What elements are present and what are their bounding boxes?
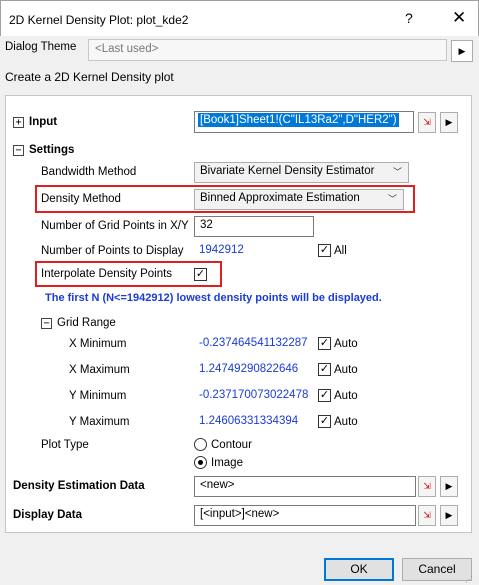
y-min-auto-label: Auto — [334, 390, 358, 402]
dialog-theme-combo[interactable]: <Last used> — [88, 39, 447, 61]
density-data-menu-button[interactable]: ▶ — [440, 476, 458, 497]
display-data-menu-button[interactable]: ▶ — [440, 505, 458, 526]
triangle-right-icon: ▶ — [445, 510, 453, 520]
grid-range-label: Grid Range — [57, 317, 116, 329]
input-range-field[interactable]: [Book1]Sheet1!(C"IL13Ra2",D"HER2") — [194, 111, 414, 133]
help-button[interactable]: ? — [405, 10, 413, 26]
all-checkbox[interactable]: ✓ — [318, 244, 331, 257]
grid-range-collapse-icon[interactable]: − — [41, 318, 52, 329]
x-max-label: X Maximum — [69, 364, 130, 376]
display-data-input[interactable]: [<input>]<new> — [194, 505, 416, 526]
x-min-label: X Minimum — [69, 338, 127, 350]
triangle-right-icon: ▶ — [458, 46, 466, 56]
y-min-auto-checkbox[interactable]: ✓ — [318, 389, 331, 402]
grid-points-label: Number of Grid Points in X/Y — [41, 220, 189, 232]
dialog-description: Create a 2D Kernel Density plot — [5, 70, 174, 84]
y-max-auto-checkbox[interactable]: ✓ — [318, 415, 331, 428]
x-min-auto-checkbox[interactable]: ✓ — [318, 337, 331, 350]
bandwidth-label: Bandwidth Method — [41, 166, 137, 178]
resize-grip-icon[interactable]: ⋰ — [465, 575, 473, 584]
contour-label: Contour — [211, 439, 252, 451]
all-label: All — [334, 245, 347, 257]
settings-collapse-icon[interactable]: − — [13, 145, 24, 156]
input-range-value: [Book1]Sheet1!(C"IL13Ra2",D"HER2") — [198, 113, 399, 127]
y-min-value: -0.237170073022478 — [199, 389, 309, 401]
x-min-auto-label: Auto — [334, 338, 358, 350]
input-expand-icon[interactable]: + — [13, 117, 24, 128]
bandwidth-value: Bivariate Kernel Density Estimator — [200, 165, 375, 177]
dialog-theme-label: Dialog Theme — [5, 41, 77, 53]
chevron-down-icon: ﹀ — [387, 194, 397, 204]
ok-button[interactable]: OK — [324, 558, 394, 581]
density-method-label: Density Method — [41, 193, 121, 205]
display-data-label: Display Data — [13, 509, 83, 521]
cancel-button[interactable]: Cancel — [402, 558, 472, 581]
contour-radio[interactable] — [194, 438, 207, 451]
plot-type-label: Plot Type — [41, 439, 89, 451]
y-max-label: Y Maximum — [69, 416, 130, 428]
select-range-icon[interactable]: ⇲ — [418, 112, 436, 133]
points-display-value: 1942912 — [199, 244, 244, 256]
x-max-value: 1.24749290822646 — [199, 363, 299, 375]
select-range-icon[interactable]: ⇲ — [418, 476, 436, 497]
window-title: 2D Kernel Density Plot: plot_kde2 — [9, 13, 189, 27]
triangle-right-icon: ▶ — [445, 117, 453, 127]
y-max-value: 1.24606331334394 — [199, 415, 299, 427]
points-display-label: Number of Points to Display — [41, 245, 184, 257]
x-max-auto-label: Auto — [334, 364, 358, 376]
display-note: The first N (N<=1942912) lowest density … — [45, 292, 382, 304]
image-radio[interactable] — [194, 456, 207, 469]
density-data-input[interactable]: <new> — [194, 476, 416, 497]
image-label: Image — [211, 457, 243, 469]
title-bar: 2D Kernel Density Plot: plot_kde2 ? ✕ — [0, 0, 479, 36]
chevron-down-icon: ﹀ — [392, 167, 402, 177]
interpolate-checkbox[interactable]: ✓ — [194, 268, 207, 281]
density-method-value: Binned Approximate Estimation — [200, 192, 360, 204]
x-min-value: -0.237464541132287 — [199, 337, 308, 349]
grid-points-input[interactable]: 32 — [194, 216, 314, 237]
input-label: Input — [29, 116, 58, 128]
bandwidth-combo[interactable]: Bivariate Kernel Density Estimator ﹀ — [194, 162, 409, 183]
y-max-auto-label: Auto — [334, 416, 358, 428]
select-range-icon[interactable]: ⇲ — [418, 505, 436, 526]
y-min-label: Y Minimum — [69, 390, 127, 402]
settings-label: Settings — [29, 144, 75, 156]
interpolate-label: Interpolate Density Points — [41, 268, 173, 280]
close-button[interactable]: ✕ — [452, 8, 466, 28]
triangle-right-icon: ▶ — [445, 481, 453, 491]
density-method-combo[interactable]: Binned Approximate Estimation ﹀ — [194, 189, 404, 210]
density-data-label: Density Estimation Data — [13, 480, 145, 492]
x-max-auto-checkbox[interactable]: ✓ — [318, 363, 331, 376]
theme-menu-button[interactable]: ▶ — [451, 40, 473, 62]
input-menu-button[interactable]: ▶ — [440, 112, 458, 133]
